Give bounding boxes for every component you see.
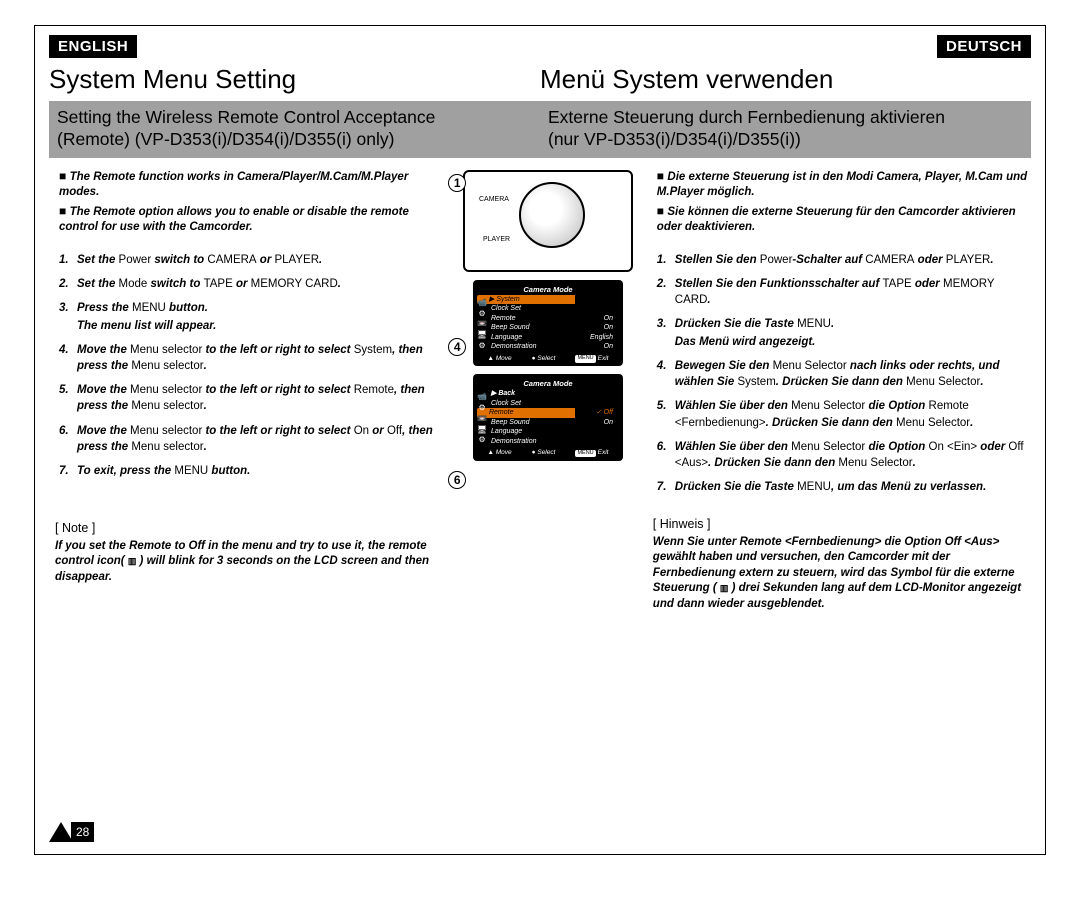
subtitle-en-l1: Setting the Wireless Remote Control Acce…: [57, 107, 435, 127]
menu-footer: ▲ Move● SelectMENU Exit: [479, 449, 617, 458]
menu-row: Language: [479, 427, 617, 436]
subtitle-de-l2: (nur VP-D353(i)/D354(i)/D355(i)): [548, 129, 801, 149]
step-item: 6.Wählen Sie über den Menu Selector die …: [657, 439, 1031, 471]
col-deutsch: Die externe Steuerung ist in den Modi Ca…: [643, 158, 1045, 613]
menu-row: LanguageEnglish: [479, 333, 617, 342]
menu-side-icons: 📹⚙📼🖥⚙: [477, 392, 487, 446]
intro-en-0: The Remote function works in Camera/Play…: [59, 168, 447, 201]
language-tags: ENGLISH DEUTSCH: [35, 26, 1045, 61]
step-item: 4.Move the Menu selector to the left or …: [59, 342, 447, 374]
col-english: The Remote function works in Camera/Play…: [49, 158, 453, 613]
subtitle-en: Setting the Wireless Remote Control Acce…: [49, 101, 540, 158]
menu-row: Remote✓ Off: [477, 408, 575, 417]
dial-diagram: CAMERA PLAYER: [463, 170, 633, 272]
step-item: 4.Bewegen Sie den Menu Selector nach lin…: [657, 358, 1031, 390]
manual-page: ENGLISH DEUTSCH System Menu Setting Menü…: [34, 25, 1046, 855]
subtitle-row: Setting the Wireless Remote Control Acce…: [35, 101, 1045, 158]
subtitle-en-l2: (Remote) (VP-D353(i)/D354(i)/D355(i) onl…: [57, 129, 394, 149]
step-item: 2.Stellen Sie den Funktionsschalter auf …: [657, 276, 1031, 308]
note-label-en: [ Note ]: [55, 521, 447, 535]
page-number: 28: [49, 822, 94, 842]
note-de: Wenn Sie unter Remote <Fernbedienung> di…: [653, 535, 1031, 613]
steps-de: 1.Stellen Sie den Power-Schalter auf CAM…: [657, 252, 1031, 495]
menu-row: Demonstration: [479, 437, 617, 446]
intro-en-1: The Remote option allows you to enable o…: [59, 203, 447, 236]
step-item: 7.To exit, press the MENU button.: [59, 463, 447, 479]
step-circle-1: 1: [448, 174, 466, 192]
steps-en: 1.Set the Power switch to CAMERA or PLAY…: [59, 252, 447, 479]
title-en: System Menu Setting: [49, 61, 540, 101]
page-number-text: 28: [71, 822, 94, 842]
menu-footer: ▲ Move● SelectMENU Exit: [479, 355, 617, 364]
step-circle-6: 6: [448, 471, 466, 489]
intro-de: Die externe Steuerung ist in den Modi Ca…: [657, 168, 1031, 236]
menu-row: Clock Set: [479, 399, 617, 408]
note-en: If you set the Remote to Off in the menu…: [55, 539, 447, 586]
step-circle-4: 4: [448, 338, 466, 356]
intro-de-0: Die externe Steuerung ist in den Modi Ca…: [657, 168, 1031, 201]
menu-top-row: ▶ System: [477, 295, 575, 304]
lang-english: ENGLISH: [49, 35, 137, 58]
intro-de-1: Sie können die externe Steuerung für den…: [657, 203, 1031, 236]
power-dial: CAMERA PLAYER: [503, 176, 593, 256]
menu-screen-4: 📹⚙📼🖥⚙ Camera Mode▶ SystemClock SetRemoteO…: [473, 280, 623, 367]
col-diagrams: 1 CAMERA PLAYER 4 📹⚙📼🖥⚙Camera Mode▶ Syst…: [453, 158, 643, 613]
menu-header: Camera Mode: [479, 379, 617, 389]
dial-camera-label: CAMERA: [479, 196, 509, 203]
step-item: 2.Set the Mode switch to TAPE or MEMORY …: [59, 276, 447, 292]
menu-header: Camera Mode: [479, 285, 617, 295]
triangle-icon: [49, 822, 73, 842]
title-row: System Menu Setting Menü System verwende…: [35, 61, 1045, 101]
title-de: Menü System verwenden: [540, 61, 1031, 101]
menu-row: Clock Set: [479, 304, 617, 313]
step-item: 5.Move the Menu selector to the left or …: [59, 382, 447, 414]
step-item: 1.Stellen Sie den Power-Schalter auf CAM…: [657, 252, 1031, 268]
dial-player-label: PLAYER: [483, 236, 510, 243]
subtitle-de: Externe Steuerung durch Fernbedienung ak…: [540, 101, 1031, 158]
menu-row: Beep SoundOn: [479, 323, 617, 332]
step-item: 6.Move the Menu selector to the left or …: [59, 423, 447, 455]
menu-side-icons: 📹⚙📼🖥⚙: [477, 298, 487, 352]
note-label-de: [ Hinweis ]: [653, 517, 1031, 531]
dial-knob-icon: [519, 182, 585, 248]
menu-row: DemonstrationOn: [479, 342, 617, 351]
menu-row: Beep SoundOn: [479, 418, 617, 427]
step-item: 3.Press the MENU button.The menu list wi…: [59, 300, 447, 334]
menu-top-row: ▶ Back: [479, 389, 617, 398]
body-row: The Remote function works in Camera/Play…: [35, 158, 1045, 613]
step-item: 7.Drücken Sie die Taste MENU, um das Men…: [657, 479, 1031, 495]
step-item: 1.Set the Power switch to CAMERA or PLAY…: [59, 252, 447, 268]
intro-en: The Remote function works in Camera/Play…: [59, 168, 447, 236]
menu-row: RemoteOn: [479, 314, 617, 323]
step-item: 3.Drücken Sie die Taste MENU.Das Menü wi…: [657, 316, 1031, 350]
step-item: 5.Wählen Sie über den Menu Selector die …: [657, 398, 1031, 430]
lang-deutsch: DEUTSCH: [937, 35, 1031, 58]
subtitle-de-l1: Externe Steuerung durch Fernbedienung ak…: [548, 107, 945, 127]
menu-screen-6: 📹⚙📼🖥⚙ Camera Mode▶ BackClock SetRemote✓ O…: [473, 374, 623, 461]
